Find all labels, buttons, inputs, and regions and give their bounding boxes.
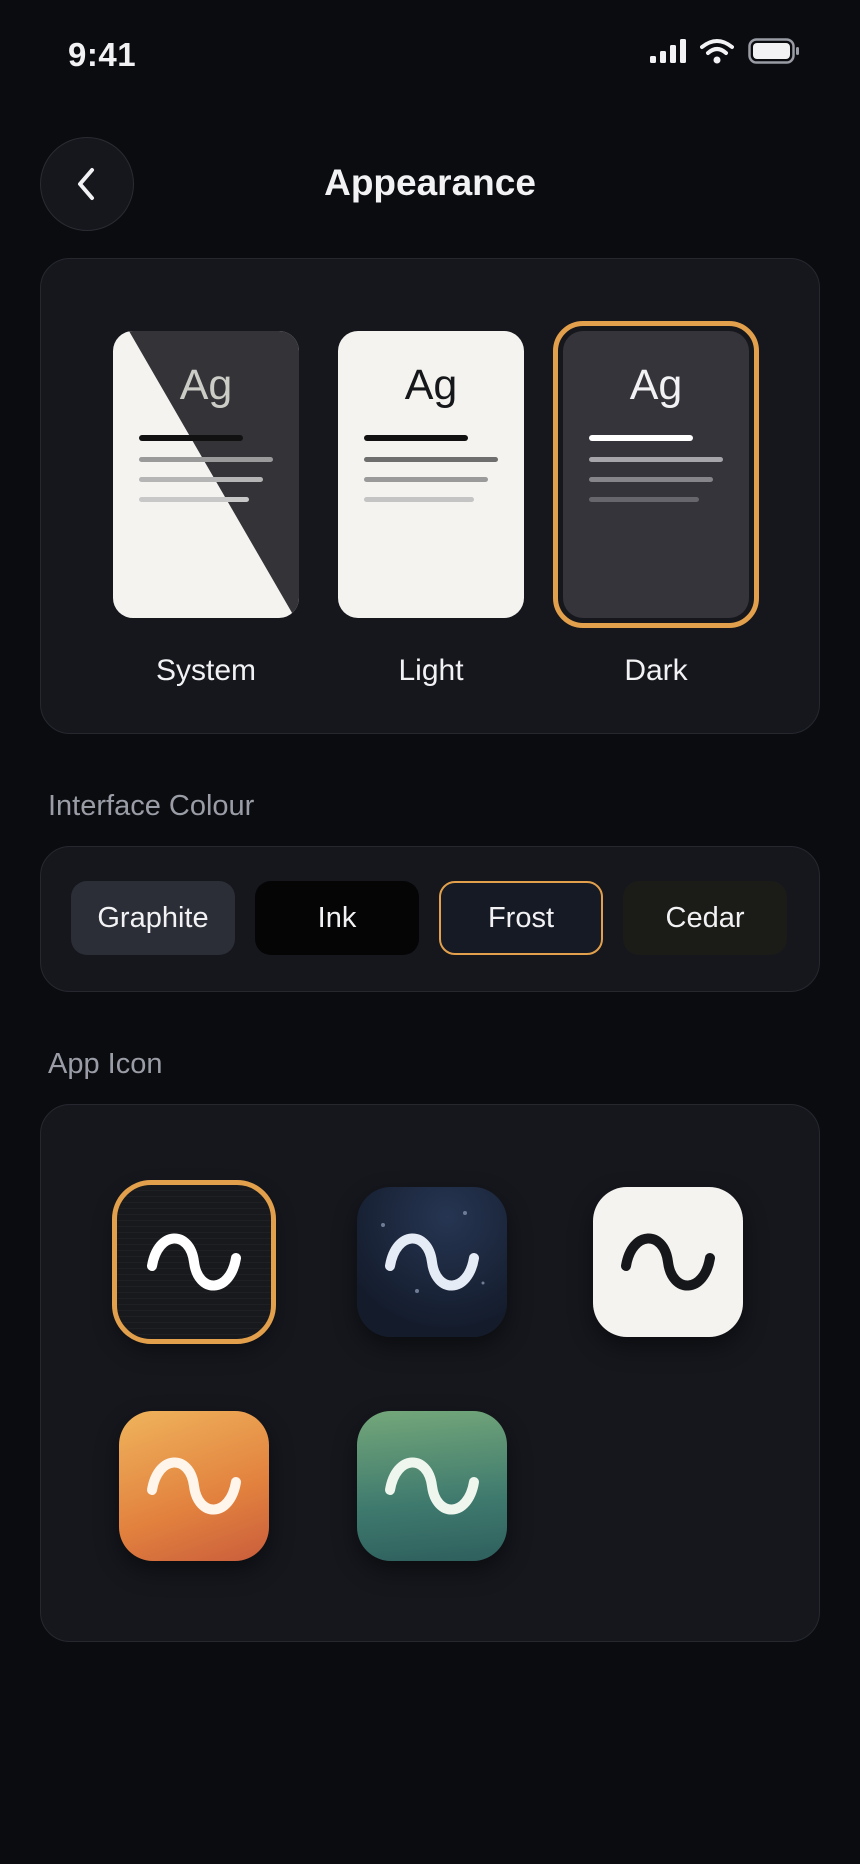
app-icon-card <box>40 1104 820 1642</box>
wave-icon <box>147 1233 241 1291</box>
colour-option-cedar[interactable]: Cedar <box>623 881 787 955</box>
app-icon-heading: App Icon <box>48 1048 163 1080</box>
interface-colour-heading: Interface Colour <box>48 790 255 822</box>
preview-sample-text: Ag <box>404 361 458 409</box>
theme-option-light[interactable]: Ag Light <box>336 331 526 688</box>
preview-sample-text: Ag <box>179 361 233 409</box>
theme-label: Light <box>398 654 464 687</box>
app-icon-sunset[interactable] <box>119 1411 269 1561</box>
preview-line <box>364 435 468 441</box>
preview-line <box>139 497 249 502</box>
preview-sample-text: Ag <box>629 361 683 409</box>
status-time: 9:41 <box>68 36 137 73</box>
wave-icon <box>385 1457 479 1515</box>
preview-line <box>589 477 713 482</box>
preview-line <box>364 497 474 502</box>
page-title: Appearance <box>324 162 536 203</box>
theme-option-dark[interactable]: Ag Dark <box>553 321 759 688</box>
preview-line <box>139 477 263 482</box>
wave-icon <box>147 1457 241 1515</box>
status-icons <box>650 38 800 64</box>
theme-option-system[interactable]: Ag System <box>111 331 301 688</box>
wave-icon <box>621 1233 715 1291</box>
app-icon-forest[interactable] <box>357 1411 507 1561</box>
colour-option-graphite[interactable]: Graphite <box>71 881 235 955</box>
wave-icon <box>385 1233 479 1291</box>
app-icon-light[interactable] <box>593 1187 743 1337</box>
system-theme-preview[interactable]: Ag <box>113 331 299 618</box>
preview-line <box>364 457 498 462</box>
preview-line <box>589 497 699 502</box>
preview-line <box>589 435 693 441</box>
cellular-signal-icon <box>650 39 686 63</box>
app-icon-night[interactable] <box>357 1187 507 1337</box>
colour-option-frost[interactable]: Frost <box>439 881 603 955</box>
app-icon-dark[interactable] <box>112 1180 276 1344</box>
preview-line <box>589 457 723 462</box>
theme-mode-card: Ag System Ag Light Ag Dark <box>40 258 820 734</box>
preview-line <box>364 477 488 482</box>
wifi-icon <box>700 39 734 64</box>
dark-theme-preview[interactable]: Ag <box>553 321 759 628</box>
interface-colour-card: Graphite Ink Frost Cedar <box>40 846 820 992</box>
theme-label: System <box>155 654 257 687</box>
battery-icon <box>748 38 799 64</box>
colour-option-ink[interactable]: Ink <box>255 881 419 955</box>
preview-line <box>139 457 273 462</box>
preview-line <box>139 435 243 441</box>
appearance-screen: 9:41 Appearance Ag System Ag Light Ag Da… <box>0 0 860 1864</box>
light-theme-preview[interactable]: Ag <box>338 331 524 618</box>
theme-label: Dark <box>624 654 688 687</box>
